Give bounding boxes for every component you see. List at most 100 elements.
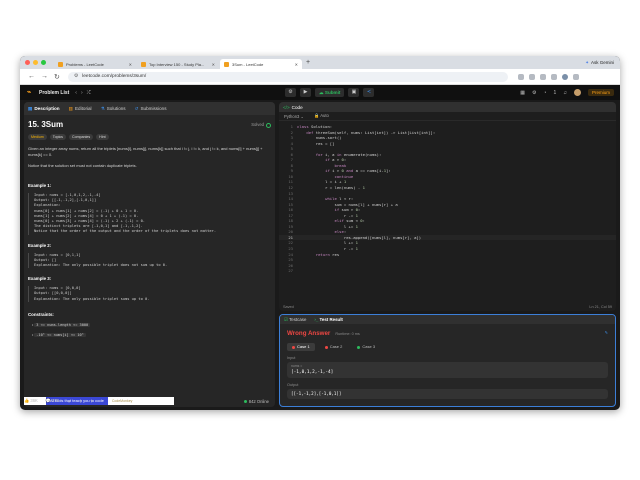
companies-tag[interactable]: Companies: [68, 134, 94, 140]
notification-bell-icon[interactable]: ♫: [563, 90, 567, 96]
bookmark-star-icon[interactable]: [517, 73, 524, 80]
favorite-star-icon[interactable]: ☆: [67, 399, 71, 404]
streak-count: 1: [553, 89, 557, 96]
case-1-tab[interactable]: Case 1: [287, 343, 315, 351]
tab-label: Solutions: [106, 105, 126, 111]
input-key: nums =: [291, 364, 303, 368]
tab-label: Editorial: [74, 105, 92, 111]
extensions-area: [517, 73, 579, 80]
tab-testcase[interactable]: ☑ Testcase: [284, 317, 306, 323]
example-2-block: Input: nums = [0,1,1] Output: [] Explana…: [28, 252, 271, 269]
code-text: r = len(nums) - 1: [297, 185, 365, 191]
online-count: 842 Online: [243, 398, 269, 404]
browser-menu-icon[interactable]: [572, 73, 579, 80]
streak-icon[interactable]: ◔: [543, 90, 546, 96]
constraints-list: • 3 <= nums.length <= 3000 • -10⁵ <= num…: [28, 322, 271, 338]
editor-status-bar: Saved Ln 21, Col 59: [279, 303, 616, 311]
solved-check-icon: [266, 122, 271, 128]
maximize-window-button[interactable]: [41, 60, 46, 65]
code-editor[interactable]: 1 class Solution: 2 def threeSum(self, num…: [279, 121, 616, 274]
notes-icon[interactable]: ▣: [348, 88, 360, 97]
online-label: 842 Online: [248, 398, 269, 404]
history-icon: ↺: [134, 105, 139, 111]
address-bar-row: ← → ↻ ⚙ leetcode.com/problems/3sum/: [20, 69, 620, 85]
tab-label: Description: [34, 105, 60, 111]
extension-icon[interactable]: [528, 73, 535, 80]
close-tab-icon[interactable]: ✕: [129, 62, 132, 67]
minimize-window-button[interactable]: [33, 60, 38, 65]
site-info-icon[interactable]: ⚙: [74, 74, 78, 79]
share-icon[interactable]: ⇪: [79, 399, 83, 404]
leetcode-favicon-icon: [58, 61, 63, 67]
tab-test-result[interactable]: ›_ Test Result: [314, 317, 342, 322]
reload-icon[interactable]: ↻: [54, 73, 60, 81]
comment-count: 879: [52, 398, 60, 403]
run-icon[interactable]: ▶: [300, 88, 311, 97]
tab-label: 3Sum - LeetCode: [232, 61, 264, 67]
difficulty-tag[interactable]: Medium: [28, 134, 47, 140]
tab-description[interactable]: ▤ Description: [28, 106, 60, 112]
ai-assist-icon[interactable]: ≺: [363, 88, 375, 97]
close-tab-icon[interactable]: ✕: [295, 62, 298, 67]
profile-avatar[interactable]: [561, 73, 568, 80]
premium-button[interactable]: Premium: [587, 89, 614, 96]
example-3-block: Input: nums = [0,0,0] Output: [[0,0,0]] …: [28, 286, 271, 302]
url-field[interactable]: ⚙ leetcode.com/problems/3sum/: [67, 71, 508, 82]
tab-label: Top Interview 150 - Study Pla...: [149, 61, 205, 67]
case-tabs: Case 1 Case 2 Case 3: [287, 343, 615, 351]
book-icon: ▥: [68, 105, 73, 111]
constraint-code: -10⁵ <= nums[i] <= 10⁵: [34, 332, 86, 337]
download-icon[interactable]: [550, 73, 557, 80]
leetcode-favicon-icon: [141, 61, 146, 67]
checkbox-icon: ☑: [284, 316, 288, 322]
comments-button[interactable]: 💬 879: [46, 398, 59, 404]
problem-list-link[interactable]: Problem List: [39, 90, 69, 96]
case-2-tab[interactable]: Case 2: [320, 343, 348, 351]
verdict-row: Wrong Answer Runtime: 0 ms: [287, 330, 615, 337]
comment-icon: 💬: [45, 398, 52, 403]
case-3-tab[interactable]: Case 3: [352, 343, 380, 351]
flask-icon: ⚗: [100, 105, 105, 111]
back-arrow-icon[interactable]: ←: [28, 73, 35, 81]
question-icon[interactable]: ?: [91, 399, 93, 404]
problem-note: Notice that the solution set must not co…: [28, 163, 137, 168]
case-label: Case 3: [362, 344, 376, 349]
settings-icon[interactable]: ⚙: [532, 90, 536, 96]
code-line: 27: [279, 268, 616, 274]
tab-strip: Problems - LeetCode ✕ Top Interview 150 …: [20, 56, 620, 69]
tab-editorial[interactable]: ▥ Editorial: [69, 106, 92, 112]
browser-tab-3sum[interactable]: 3Sum - LeetCode ✕: [220, 59, 302, 69]
code-panel-title: Code: [291, 104, 303, 110]
ask-gemini-label: Ask Gemini: [590, 60, 614, 65]
close-tab-icon[interactable]: ✕: [212, 62, 215, 67]
leetcode-logo-icon[interactable]: ⌁: [27, 89, 33, 96]
problem-nav-arrows[interactable]: ‹›⤮: [75, 90, 94, 96]
like-button[interactable]: 👍 36K: [24, 398, 38, 404]
forward-arrow-icon[interactable]: →: [41, 73, 48, 81]
runtime-text: Runtime: 0 ms: [335, 332, 360, 336]
tab-submissions[interactable]: ↺ Submissions: [135, 106, 167, 112]
code-brackets-icon: </>: [283, 104, 290, 110]
extension-puzzle-icon[interactable]: [539, 73, 546, 80]
user-avatar[interactable]: [573, 89, 581, 96]
ask-gemini-button[interactable]: ✦ Ask Gemini: [585, 60, 614, 66]
close-window-button[interactable]: [25, 60, 30, 65]
autosave-label: Auto: [320, 113, 329, 118]
debug-icon[interactable]: ⚙: [285, 88, 296, 97]
language-select[interactable]: Python3 ⌄: [284, 114, 304, 119]
hint-tag[interactable]: Hint: [96, 134, 109, 140]
description-panel: ▤ Description ▥ Editorial ⚗ Solutions ↺ Subm…: [24, 102, 275, 407]
submit-button[interactable]: ☁ Submit: [315, 88, 345, 97]
problem-description: 15. 3Sum Solved Medium Topics Companies …: [24, 115, 275, 338]
submit-label: Submit: [324, 90, 341, 95]
example-2-title: Example 2:: [28, 242, 52, 248]
browser-tab-problems[interactable]: Problems - LeetCode ✕: [54, 59, 136, 69]
document-icon: ▤: [28, 105, 33, 111]
ai-debug-icon[interactable]: ✎: [605, 330, 608, 335]
browser-tab-top-interview[interactable]: Top Interview 150 - Study Pla... ✕: [137, 59, 219, 69]
tab-solutions[interactable]: ⚗ Solutions: [101, 106, 126, 112]
layout-icon[interactable]: ▦: [520, 90, 525, 96]
new-tab-icon[interactable]: +: [306, 59, 310, 66]
topics-tag[interactable]: Topics: [49, 134, 66, 140]
tab-label: Testcase: [289, 316, 307, 322]
